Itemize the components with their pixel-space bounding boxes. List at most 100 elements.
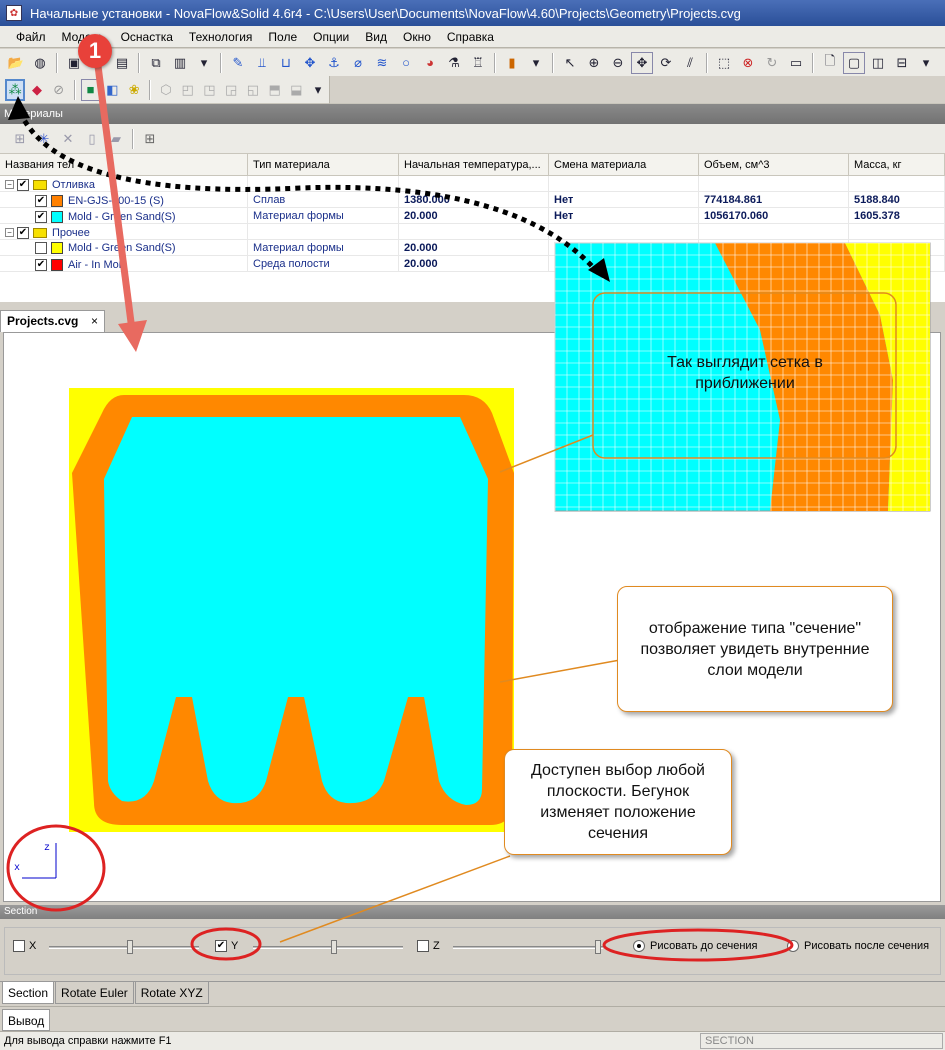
column-header[interactable]: Смена материала <box>549 154 699 175</box>
menu-file[interactable]: Файл <box>8 26 54 48</box>
slider-thumb[interactable] <box>595 940 601 954</box>
collapse-icon[interactable]: − <box>5 228 14 237</box>
blank-icon[interactable]: ▯ <box>81 128 103 150</box>
draw-after-radio[interactable]: Рисовать после сечения <box>787 940 929 952</box>
x-axis-control[interactable]: X <box>13 940 36 952</box>
slices-icon[interactable]: ⫽ <box>679 52 701 74</box>
group-checkbox[interactable]: ✔ <box>17 178 29 191</box>
column-header[interactable]: Объем, см^3 <box>699 154 849 175</box>
dropdown-icon[interactable]: ▾ <box>193 52 215 74</box>
radio-dot[interactable] <box>787 940 799 952</box>
table-row[interactable]: − ✔ Прочее <box>0 224 945 240</box>
column-header[interactable]: Начальная температура,... <box>399 154 549 175</box>
table-row[interactable]: Mold - Green Sand(S) Материал формы 20.0… <box>0 240 945 256</box>
collapse-icon[interactable]: − <box>5 180 14 189</box>
table-row[interactable]: ✔ EN-GJS-400-15 (S) Сплав 1380.000 Нет 77… <box>0 192 945 208</box>
gate-icon[interactable]: ⫫ <box>251 52 273 74</box>
view-front-icon[interactable]: ◰ <box>178 79 198 101</box>
tab-section[interactable]: Section <box>2 982 55 1004</box>
mesh-grid-icon[interactable]: ⁂ <box>5 78 26 101</box>
circle-icon[interactable]: ○ <box>395 52 417 74</box>
layers-view-icon[interactable]: ◧ <box>103 79 123 101</box>
tab-projects-cvg[interactable]: Projects.cvg × <box>0 310 105 332</box>
edit-icon[interactable]: ⊞ <box>9 128 31 150</box>
menu-tooling[interactable]: Оснастка <box>113 26 181 48</box>
dropdown-icon[interactable]: ▾ <box>308 79 328 101</box>
view-top-icon[interactable]: ⬒ <box>265 79 285 101</box>
z-slider[interactable] <box>453 938 603 958</box>
tube-icon[interactable]: ♖ <box>467 52 489 74</box>
menu-field[interactable]: Поле <box>260 26 305 48</box>
materials-view-icon[interactable]: ❀ <box>124 79 144 101</box>
close-icon[interactable]: × <box>91 311 98 331</box>
delete-icon[interactable]: ✕ <box>57 128 79 150</box>
tooling-icon[interactable]: ▤ <box>111 52 133 74</box>
zoom-in-icon[interactable]: ⊕ <box>583 52 605 74</box>
x-checkbox[interactable] <box>13 940 25 952</box>
sensor-icon[interactable]: ⌀ <box>347 52 369 74</box>
no-view-icon[interactable]: ⊘ <box>49 79 69 101</box>
table-row[interactable]: − ✔ Отливка <box>0 176 945 192</box>
select-box-icon[interactable]: ⬚ <box>713 52 735 74</box>
globe-icon[interactable]: ◍ <box>29 52 51 74</box>
split-vertical-icon[interactable]: ◫ <box>867 52 889 74</box>
asterisk-icon[interactable]: ✳ <box>33 128 55 150</box>
menu-window[interactable]: Окно <box>395 26 439 48</box>
column-header[interactable]: Тип материала <box>248 154 399 175</box>
split-horizontal-icon[interactable]: ⊟ <box>891 52 913 74</box>
single-view-icon[interactable]: ▢ <box>843 51 865 74</box>
dropdown-icon[interactable]: ▾ <box>915 52 937 74</box>
menu-help[interactable]: Справка <box>439 26 502 48</box>
table-icon[interactable]: ⊞ <box>139 128 161 150</box>
draw-before-radio[interactable]: Рисовать до сечения <box>633 940 758 952</box>
x-slider[interactable] <box>49 938 199 958</box>
column-header[interactable]: Масса, кг <box>849 154 945 175</box>
table-row[interactable]: ✔ Air - In Mold Среда полости 20.000 <box>0 256 945 272</box>
material-checkbox[interactable]: ✔ <box>35 195 47 207</box>
tab-output[interactable]: Вывод <box>2 1009 51 1031</box>
radio-dot[interactable] <box>633 940 645 952</box>
slider-thumb[interactable] <box>331 940 338 954</box>
pencil-icon[interactable]: ✎ <box>227 52 249 74</box>
y-slider[interactable] <box>253 938 403 958</box>
rotate-icon[interactable]: ⟳ <box>655 52 677 74</box>
shape-icon[interactable]: ⬡ <box>156 79 176 101</box>
pan-icon[interactable]: ✥ <box>631 51 653 74</box>
tab-rotate-euler[interactable]: Rotate Euler <box>55 982 134 1004</box>
menu-technology[interactable]: Технология <box>181 26 261 48</box>
new-page-icon[interactable]: 🗋 <box>819 52 841 74</box>
save-icon[interactable]: ▥ <box>169 52 191 74</box>
anchor-icon[interactable]: ⚓ <box>323 52 345 74</box>
slider-thumb[interactable] <box>127 940 134 954</box>
z-checkbox[interactable] <box>417 940 429 952</box>
dropdown-icon[interactable]: ▾ <box>525 52 547 74</box>
z-axis-control[interactable]: Z <box>417 940 440 952</box>
refresh-icon[interactable]: ↻ <box>761 52 783 74</box>
table-row[interactable]: ✔ Mold - Green Sand(S) Материал формы 20.… <box>0 208 945 224</box>
layers-icon[interactable]: ⧉ <box>145 52 167 74</box>
pointer-icon[interactable]: ↖ <box>559 52 581 74</box>
view-back-icon[interactable]: ◳ <box>200 79 220 101</box>
zoom-out-icon[interactable]: ⊖ <box>607 52 629 74</box>
wave-icon[interactable]: ≋ <box>371 52 393 74</box>
flask-icon[interactable]: ⚗ <box>443 52 465 74</box>
tab-rotate-xyz[interactable]: Rotate XYZ <box>134 982 209 1004</box>
y-checkbox[interactable]: ✔ <box>215 940 227 952</box>
cancel-zoom-icon[interactable]: ⊗ <box>737 52 759 74</box>
material-checkbox[interactable] <box>35 242 47 254</box>
move-icon[interactable]: ✥ <box>299 52 321 74</box>
palette-icon[interactable]: ▮ <box>501 52 523 74</box>
riser-icon[interactable]: ⊔ <box>275 52 297 74</box>
material-checkbox[interactable]: ✔ <box>35 211 47 223</box>
window-icon[interactable]: ▭ <box>785 52 807 74</box>
solid-cube-icon[interactable]: ◆ <box>27 79 47 101</box>
material-checkbox[interactable]: ✔ <box>35 259 47 271</box>
view-right-icon[interactable]: ◱ <box>243 79 263 101</box>
column-header[interactable]: Названия тел <box>0 154 248 175</box>
view-left-icon[interactable]: ◲ <box>221 79 241 101</box>
group-checkbox[interactable]: ✔ <box>17 226 29 239</box>
y-axis-control[interactable]: ✔ Y <box>215 940 238 952</box>
menu-view[interactable]: Вид <box>357 26 395 48</box>
menu-options[interactable]: Опции <box>305 26 357 48</box>
open-folder-icon[interactable]: 📂 <box>5 52 27 74</box>
